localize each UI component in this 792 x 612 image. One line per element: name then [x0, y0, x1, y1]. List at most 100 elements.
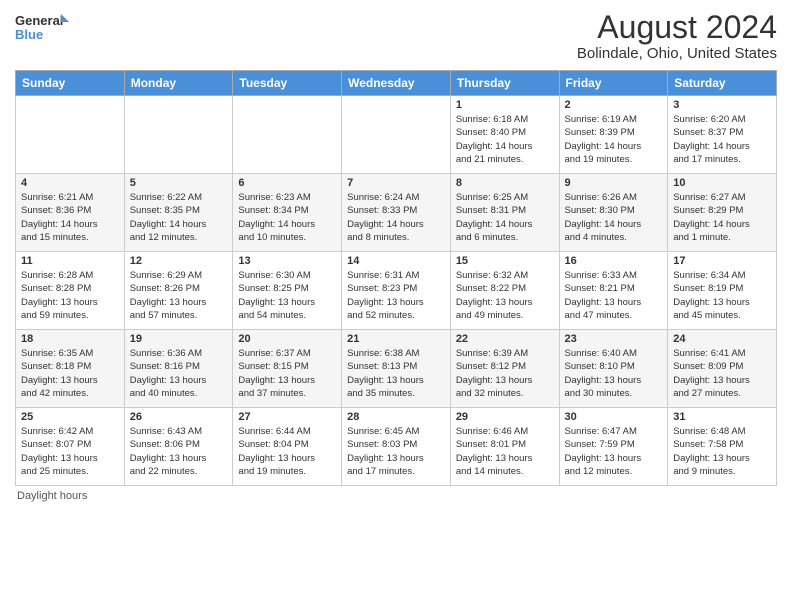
day-info: Sunrise: 6:46 AMSunset: 8:01 PMDaylight:…	[456, 425, 554, 478]
table-row: 31Sunrise: 6:48 AMSunset: 7:58 PMDayligh…	[668, 408, 777, 486]
day-number: 6	[238, 177, 336, 189]
day-info: Sunrise: 6:18 AMSunset: 8:40 PMDaylight:…	[456, 113, 554, 166]
table-row: 24 Sunrise: 6:41 AMSunset: 8:09 PMDayligh…	[668, 330, 777, 408]
page-container: General Blue August 2024 Bolindale, Ohio…	[0, 0, 792, 507]
week-row-2: 11Sunrise: 6:28 AMSunset: 8:28 PMDayligh…	[16, 252, 777, 330]
day-info: Sunrise: 6:42 AMSunset: 8:07 PMDaylight:…	[21, 425, 119, 478]
header-monday: Monday	[124, 71, 233, 96]
table-row: 21 Sunrise: 6:38 AMSunset: 8:13 PMDayligh…	[342, 330, 451, 408]
day-info: Sunrise: 6:32 AMSunset: 8:22 PMDaylight:…	[456, 269, 554, 322]
day-info: Sunrise: 6:35 AMSunset: 8:18 PMDaylight:…	[21, 347, 119, 400]
day-info: Sunrise: 6:38 AMSunset: 8:13 PMDaylight:…	[347, 347, 445, 400]
day-info: Sunrise: 6:25 AMSunset: 8:31 PMDaylight:…	[456, 191, 554, 244]
week-row-0: 1 Sunrise: 6:18 AMSunset: 8:40 PMDaylight…	[16, 96, 777, 174]
table-row: 27Sunrise: 6:44 AMSunset: 8:04 PMDayligh…	[233, 408, 342, 486]
table-row: 15 Sunrise: 6:32 AMSunset: 8:22 PMDayligh…	[450, 252, 559, 330]
day-number: 24	[673, 333, 771, 345]
table-row: 29 Sunrise: 6:46 AMSunset: 8:01 PMDayligh…	[450, 408, 559, 486]
table-row: 9Sunrise: 6:26 AMSunset: 8:30 PMDaylight…	[559, 174, 668, 252]
table-row: 30 Sunrise: 6:47 AMSunset: 7:59 PMDayligh…	[559, 408, 668, 486]
day-number: 18	[21, 333, 119, 345]
table-row: 2 Sunrise: 6:19 AMSunset: 8:39 PMDaylight…	[559, 96, 668, 174]
day-info: Sunrise: 6:40 AMSunset: 8:10 PMDaylight:…	[565, 347, 663, 400]
day-info: Sunrise: 6:29 AMSunset: 8:26 PMDaylight:…	[130, 269, 228, 322]
table-row: 17 Sunrise: 6:34 AMSunset: 8:19 PMDayligh…	[668, 252, 777, 330]
day-info: Sunrise: 6:31 AMSunset: 8:23 PMDaylight:…	[347, 269, 445, 322]
day-number: 20	[238, 333, 336, 345]
table-row	[124, 96, 233, 174]
table-row: 12 Sunrise: 6:29 AMSunset: 8:26 PMDayligh…	[124, 252, 233, 330]
day-info: Sunrise: 6:30 AMSunset: 8:25 PMDaylight:…	[238, 269, 336, 322]
header-saturday: Saturday	[668, 71, 777, 96]
month-title: August 2024	[577, 10, 777, 45]
week-row-3: 18 Sunrise: 6:35 AMSunset: 8:18 PMDayligh…	[16, 330, 777, 408]
table-row	[233, 96, 342, 174]
table-row: 6 Sunrise: 6:23 AMSunset: 8:34 PMDaylight…	[233, 174, 342, 252]
table-row	[16, 96, 125, 174]
day-number: 9	[565, 177, 663, 189]
table-row: 19 Sunrise: 6:36 AMSunset: 8:16 PMDayligh…	[124, 330, 233, 408]
day-info: Sunrise: 6:21 AMSunset: 8:36 PMDaylight:…	[21, 191, 119, 244]
day-number: 8	[456, 177, 554, 189]
table-row: 28 Sunrise: 6:45 AMSunset: 8:03 PMDayligh…	[342, 408, 451, 486]
day-number: 4	[21, 177, 119, 189]
day-number: 22	[456, 333, 554, 345]
header: General Blue August 2024 Bolindale, Ohio…	[15, 10, 777, 62]
header-sunday: Sunday	[16, 71, 125, 96]
table-row: 4 Sunrise: 6:21 AMSunset: 8:36 PMDaylight…	[16, 174, 125, 252]
day-number: 31	[673, 411, 771, 423]
calendar-header-row: Sunday Monday Tuesday Wednesday Thursday…	[16, 71, 777, 96]
day-info: Sunrise: 6:19 AMSunset: 8:39 PMDaylight:…	[565, 113, 663, 166]
day-number: 13	[238, 255, 336, 267]
day-info: Sunrise: 6:23 AMSunset: 8:34 PMDaylight:…	[238, 191, 336, 244]
table-row: 23 Sunrise: 6:40 AMSunset: 8:10 PMDayligh…	[559, 330, 668, 408]
day-info: Sunrise: 6:22 AMSunset: 8:35 PMDaylight:…	[130, 191, 228, 244]
day-number: 14	[347, 255, 445, 267]
calendar: Sunday Monday Tuesday Wednesday Thursday…	[15, 70, 777, 486]
subtitle: Bolindale, Ohio, United States	[577, 45, 777, 62]
day-number: 19	[130, 333, 228, 345]
table-row: 1 Sunrise: 6:18 AMSunset: 8:40 PMDaylight…	[450, 96, 559, 174]
day-number: 30	[565, 411, 663, 423]
day-number: 1	[456, 99, 554, 111]
day-info: Sunrise: 6:20 AMSunset: 8:37 PMDaylight:…	[673, 113, 771, 166]
title-block: August 2024 Bolindale, Ohio, United Stat…	[577, 10, 777, 62]
day-info: Sunrise: 6:45 AMSunset: 8:03 PMDaylight:…	[347, 425, 445, 478]
table-row: 7Sunrise: 6:24 AMSunset: 8:33 PMDaylight…	[342, 174, 451, 252]
logo-svg: General Blue	[15, 10, 70, 45]
day-number: 26	[130, 411, 228, 423]
day-info: Sunrise: 6:24 AMSunset: 8:33 PMDaylight:…	[347, 191, 445, 244]
day-number: 17	[673, 255, 771, 267]
table-row: 3 Sunrise: 6:20 AMSunset: 8:37 PMDaylight…	[668, 96, 777, 174]
day-info: Sunrise: 6:33 AMSunset: 8:21 PMDaylight:…	[565, 269, 663, 322]
day-info: Sunrise: 6:27 AMSunset: 8:29 PMDaylight:…	[673, 191, 771, 244]
day-info: Sunrise: 6:36 AMSunset: 8:16 PMDaylight:…	[130, 347, 228, 400]
table-row	[342, 96, 451, 174]
table-row: 18 Sunrise: 6:35 AMSunset: 8:18 PMDayligh…	[16, 330, 125, 408]
day-number: 15	[456, 255, 554, 267]
day-info: Sunrise: 6:37 AMSunset: 8:15 PMDaylight:…	[238, 347, 336, 400]
day-number: 28	[347, 411, 445, 423]
week-row-4: 25Sunrise: 6:42 AMSunset: 8:07 PMDayligh…	[16, 408, 777, 486]
day-info: Sunrise: 6:47 AMSunset: 7:59 PMDaylight:…	[565, 425, 663, 478]
day-number: 12	[130, 255, 228, 267]
svg-text:Blue: Blue	[15, 27, 43, 42]
day-number: 21	[347, 333, 445, 345]
day-number: 27	[238, 411, 336, 423]
day-info: Sunrise: 6:41 AMSunset: 8:09 PMDaylight:…	[673, 347, 771, 400]
day-number: 29	[456, 411, 554, 423]
day-number: 16	[565, 255, 663, 267]
day-number: 5	[130, 177, 228, 189]
day-number: 23	[565, 333, 663, 345]
day-number: 3	[673, 99, 771, 111]
table-row: 5 Sunrise: 6:22 AMSunset: 8:35 PMDaylight…	[124, 174, 233, 252]
svg-text:General: General	[15, 13, 63, 28]
table-row: 14 Sunrise: 6:31 AMSunset: 8:23 PMDayligh…	[342, 252, 451, 330]
day-info: Sunrise: 6:34 AMSunset: 8:19 PMDaylight:…	[673, 269, 771, 322]
footer-note: Daylight hours	[15, 490, 777, 502]
table-row: 25Sunrise: 6:42 AMSunset: 8:07 PMDayligh…	[16, 408, 125, 486]
day-number: 2	[565, 99, 663, 111]
header-friday: Friday	[559, 71, 668, 96]
table-row: 8 Sunrise: 6:25 AMSunset: 8:31 PMDaylight…	[450, 174, 559, 252]
header-wednesday: Wednesday	[342, 71, 451, 96]
